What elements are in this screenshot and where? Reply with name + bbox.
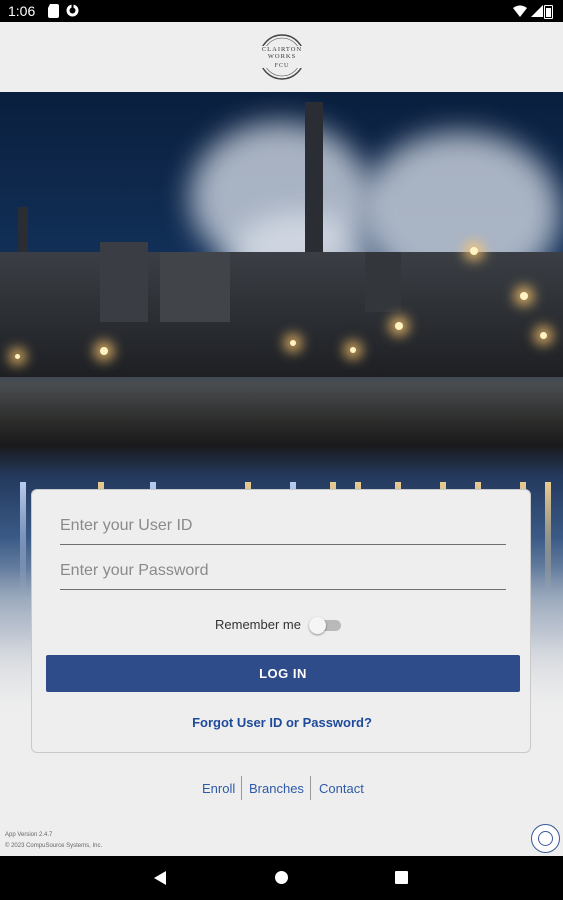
link-divider (241, 776, 242, 800)
signal-icon (531, 4, 543, 22)
ncua-seal-icon (531, 824, 560, 853)
remember-me-label: Remember me (215, 617, 301, 632)
app-version: App Version 2.4.7 (5, 832, 53, 838)
forgot-credentials-link[interactable]: Forgot User ID or Password? (32, 715, 532, 730)
status-time: 1:06 (8, 3, 36, 19)
app-header: CLAIRTON WORKS FCU (0, 22, 563, 93)
home-icon[interactable] (275, 871, 288, 884)
password-input[interactable] (60, 553, 506, 589)
copyright: © 2023 CompuSource Systems, Inc. (5, 843, 103, 849)
wifi-icon (513, 4, 527, 22)
link-divider (310, 776, 311, 800)
credit-union-logo: CLAIRTON WORKS FCU (248, 26, 316, 88)
sync-icon (66, 4, 79, 22)
remember-me-toggle[interactable] (309, 617, 341, 634)
login-card: Remember me LOG IN Forgot User ID or Pas… (31, 489, 531, 753)
back-icon[interactable] (154, 871, 166, 885)
branches-link[interactable]: Branches (249, 781, 304, 796)
recents-icon[interactable] (395, 871, 408, 884)
user-id-input[interactable] (60, 508, 506, 544)
status-bar: 1:06 (0, 0, 563, 22)
footer-links: Enroll Branches Contact (0, 776, 563, 802)
logo-name: CLAIRTON WORKS (261, 46, 303, 60)
sd-card-icon (48, 4, 59, 23)
user-id-field-container (60, 508, 506, 545)
navigation-bar (0, 856, 563, 900)
password-field-container (60, 553, 506, 590)
login-button[interactable]: LOG IN (46, 655, 520, 692)
toggle-thumb (309, 617, 326, 634)
logo-sub: FCU (274, 63, 290, 69)
contact-link[interactable]: Contact (319, 781, 364, 796)
battery-icon (544, 5, 553, 19)
enroll-link[interactable]: Enroll (202, 781, 235, 796)
